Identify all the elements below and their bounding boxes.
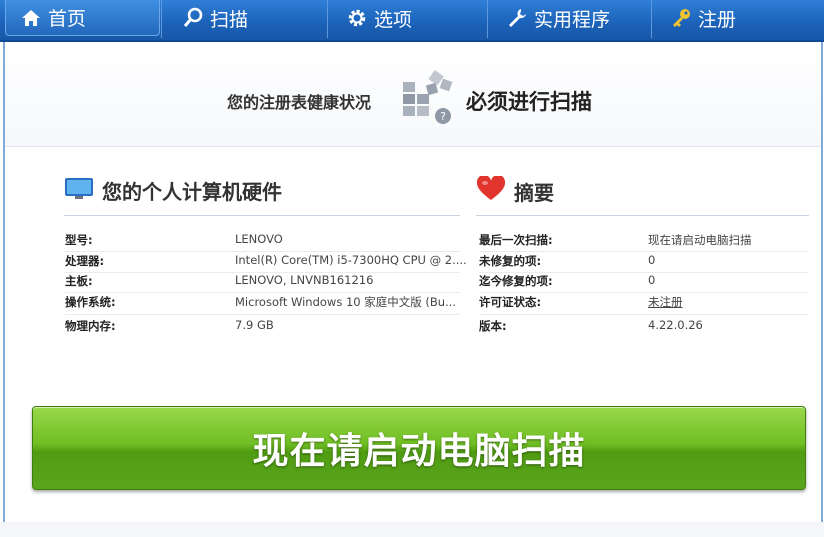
bottom-strip — [0, 522, 824, 537]
start-scan-button[interactable]: 现在请启动电脑扫描 — [32, 406, 806, 490]
summary-title-text: 摘要 — [514, 181, 554, 205]
hardware-key: 型号: — [65, 233, 93, 247]
hardware-key: 主板: — [65, 274, 93, 288]
tab-divider — [651, 0, 652, 38]
summary-row-last-scan: 最后一次扫描: 现在请启动电脑扫描 — [479, 232, 809, 252]
tab-utilities[interactable]: 实用程序 — [492, 0, 652, 36]
row-divider — [65, 251, 460, 252]
hardware-row-memory: 物理内存: 7.9 GB — [65, 318, 460, 338]
heart-icon — [476, 174, 506, 207]
hardware-key: 操作系统: — [65, 295, 116, 309]
hardware-value: LENOVO — [235, 232, 283, 246]
registry-blocks-icon: ? — [401, 68, 455, 126]
hardware-value: Microsoft Windows 10 家庭中文版 (Bu... — [235, 295, 457, 309]
gear-icon — [346, 7, 368, 29]
row-divider — [479, 251, 809, 252]
key-icon — [670, 7, 692, 29]
tab-divider — [161, 0, 162, 38]
row-divider — [65, 292, 460, 293]
svg-text:?: ? — [440, 110, 446, 123]
summary-value: 4.22.0.26 — [648, 318, 703, 332]
main-panel: 您的注册表健康状况 ? 必须进行扫描 您的个人计算机硬件 摘要 型号: LENO… — [3, 42, 823, 532]
summary-value: 0 — [648, 273, 656, 287]
tab-label: 注册 — [698, 8, 737, 31]
hardware-value: Intel(R) Core(TM) i5-7300HQ CPU @ 2.... — [235, 253, 467, 267]
hardware-row-cpu: 处理器: Intel(R) Core(TM) i5-7300HQ CPU @ 2… — [65, 253, 467, 273]
summary-divider — [476, 215, 809, 216]
summary-key: 许可证状态: — [479, 295, 542, 309]
summary-row-unfixed: 未修复的项: 0 — [479, 253, 809, 273]
summary-row-license: 许可证状态: 未注册 — [479, 294, 809, 314]
hardware-value: LENOVO, LNVNB161216 — [235, 273, 374, 287]
hardware-section-title: 您的个人计算机硬件 — [64, 176, 282, 205]
row-divider — [479, 292, 809, 293]
row-divider — [479, 314, 809, 315]
tab-divider — [487, 0, 488, 38]
tab-label: 首页 — [48, 8, 87, 30]
hardware-key: 物理内存: — [65, 319, 116, 333]
summary-value: 现在请启动电脑扫描 — [648, 233, 752, 247]
hardware-row-os: 操作系统: Microsoft Windows 10 家庭中文版 (Bu... — [65, 294, 460, 314]
registry-health-label: 您的注册表健康状况 — [227, 93, 372, 112]
summary-row-version: 版本: 4.22.0.26 — [479, 318, 809, 338]
monitor-icon — [64, 176, 94, 205]
registry-health-banner: 您的注册表健康状况 ? 必须进行扫描 — [5, 42, 821, 147]
tab-label: 扫描 — [210, 8, 249, 31]
hardware-row-motherboard: 主板: LENOVO, LNVNB161216 — [65, 273, 460, 293]
home-icon — [20, 7, 42, 29]
summary-key: 最后一次扫描: — [479, 233, 553, 247]
tab-scan[interactable]: 扫描 — [168, 0, 318, 36]
summary-value: 0 — [648, 253, 656, 267]
tab-label: 选项 — [374, 8, 413, 31]
hardware-key: 处理器: — [65, 254, 105, 268]
hardware-title-text: 您的个人计算机硬件 — [102, 180, 282, 204]
hardware-value: 7.9 GB — [235, 318, 274, 332]
summary-row-fixed-to-date: 迄今修复的项: 0 — [479, 273, 809, 293]
license-status-link[interactable]: 未注册 — [648, 294, 683, 310]
hardware-divider — [64, 215, 460, 216]
tab-home[interactable]: 首页 — [5, 0, 160, 36]
row-divider — [65, 314, 460, 315]
tab-register[interactable]: 注册 — [656, 0, 806, 36]
top-nav: 首页 扫描 选项 实用程序 注册 — [0, 0, 824, 42]
tab-options[interactable]: 选项 — [332, 0, 482, 36]
hardware-row-model: 型号: LENOVO — [65, 232, 460, 252]
wrench-icon — [506, 7, 528, 29]
summary-section-title: 摘要 — [476, 174, 554, 207]
tab-label: 实用程序 — [534, 8, 611, 31]
registry-health-status: 必须进行扫描 — [466, 90, 592, 114]
tab-divider — [327, 0, 328, 38]
summary-key: 版本: — [479, 319, 507, 333]
summary-key: 未修复的项: — [479, 254, 542, 268]
summary-key: 迄今修复的项: — [479, 274, 553, 288]
magnifier-icon — [182, 7, 204, 29]
